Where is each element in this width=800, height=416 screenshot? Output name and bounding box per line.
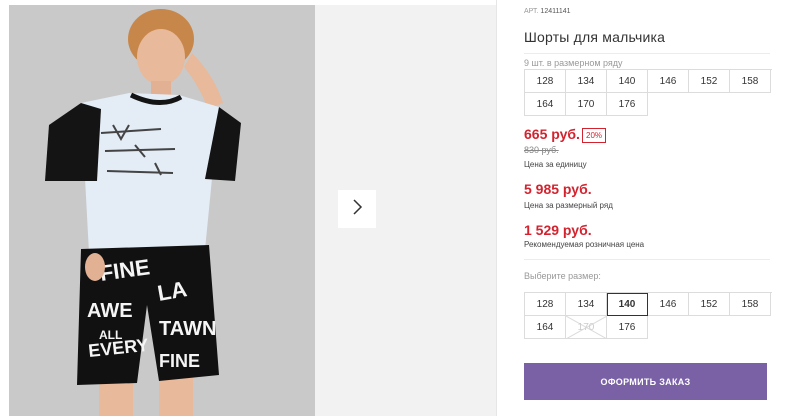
unit-price: 665 руб. [524, 126, 580, 142]
discount-badge: 20% [582, 128, 607, 143]
size-option-128[interactable]: 128 [525, 293, 566, 316]
size-option-176[interactable]: 176 [607, 316, 648, 339]
size-option-158[interactable]: 158 [730, 293, 771, 316]
pack-size-cell: 140 [607, 70, 648, 93]
size-row-price: 5 985 руб. [524, 181, 592, 197]
svg-text:FINE: FINE [159, 351, 200, 371]
pack-size-cell: 170 [566, 93, 607, 116]
size-option-134[interactable]: 134 [566, 293, 607, 316]
svg-text:TAWN: TAWN [159, 318, 216, 340]
size-option-146[interactable]: 146 [648, 293, 689, 316]
old-price: 830 руб. [524, 145, 559, 155]
pack-size-cell: 164 [525, 93, 566, 116]
pack-size-cell: 152 [689, 70, 730, 93]
next-photo-button[interactable] [338, 190, 376, 228]
pack-size-cell: 176 [607, 93, 648, 116]
recommended-retail-caption: Рекомендуемая розничная цена [524, 240, 645, 249]
divider [524, 259, 770, 260]
size-selector-label: Выберите размер: [524, 271, 601, 281]
pack-note: 9 шт. в размерном ряду [524, 58, 623, 68]
divider [524, 53, 770, 54]
size-option-140[interactable]: 140 [607, 293, 648, 316]
svg-text:AWE: AWE [87, 300, 133, 322]
unit-price-caption: Цена за единицу [524, 160, 587, 169]
size-option-164[interactable]: 164 [525, 316, 566, 339]
svg-text:LA: LA [156, 276, 189, 306]
chevron-right-icon [351, 198, 363, 220]
recommended-retail-price: 1 529 руб. [524, 222, 592, 238]
size-selector: 128 134 140 146 152 158 164 170 176 [524, 292, 772, 339]
size-option-152[interactable]: 152 [689, 293, 730, 316]
place-order-button[interactable]: ОФОРМИТЬ ЗАКАЗ [524, 363, 767, 400]
product-title: Шорты для мальчика [524, 29, 666, 45]
pack-size-cell: 146 [648, 70, 689, 93]
size-option-170: 170 [566, 316, 607, 339]
pack-size-grid: 128 134 140 146 152 158 164 170 176 [524, 69, 772, 116]
pack-size-cell: 128 [525, 70, 566, 93]
size-row-price-caption: Цена за размерный ряд [524, 201, 613, 210]
article-label: АРТ. [524, 8, 539, 15]
panel-divider [496, 0, 497, 416]
pack-size-cell: 134 [566, 70, 607, 93]
pack-size-cell: 158 [730, 70, 771, 93]
article-number: АРТ. 12411141 [524, 8, 571, 15]
svg-text:ALL: ALL [99, 328, 122, 342]
size-option-label: 170 [577, 321, 595, 333]
article-value: 12411141 [540, 8, 571, 15]
product-photo: FINE AWE LA TAWN EVERY FINE ALL [9, 5, 315, 416]
